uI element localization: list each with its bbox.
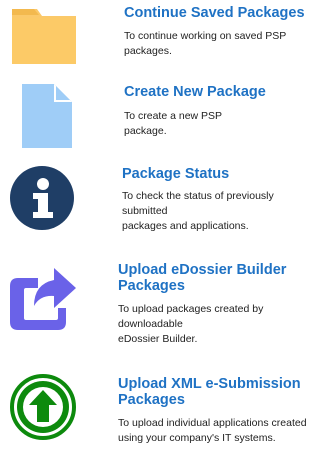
continue-saved-packages-description: To continue working on saved PSP package… [124, 30, 287, 57]
menu-item-upload-edossier-builder-packages[interactable]: Upload eDossier Builder Packages To uplo… [0, 258, 326, 358]
continue-saved-packages-link[interactable]: Continue Saved Packages [124, 5, 305, 21]
upload-xml-e-submission-packages-link[interactable]: Upload XML e-Submission Packages [118, 376, 301, 408]
menu-item-continue-saved-packages[interactable]: Continue Saved Packages To continue work… [0, 0, 326, 72]
create-new-package-description: To create a new PSP package. [124, 110, 223, 137]
folder-icon [12, 9, 76, 64]
package-status-description: To check the status of previously submit… [122, 190, 274, 232]
package-status-link[interactable]: Package Status [122, 166, 229, 182]
create-new-package-link[interactable]: Create New Package [124, 84, 266, 100]
upload-xml-e-submission-packages-description: To upload individual applications create… [118, 417, 307, 444]
upload-edossier-builder-packages-description: To upload packages created by downloadab… [118, 303, 264, 345]
share-icon [10, 268, 76, 330]
info-icon [10, 166, 74, 230]
menu-item-create-new-package[interactable]: Create New Package To create a new PSP p… [0, 78, 326, 150]
menu-item-upload-xml-e-submission-packages[interactable]: Upload XML e-Submission Packages To uplo… [0, 370, 326, 449]
document-icon [22, 84, 72, 148]
upload-arrow-icon [10, 374, 76, 440]
upload-edossier-builder-packages-link[interactable]: Upload eDossier Builder Packages [118, 262, 286, 294]
menu-item-package-status[interactable]: Package Status To check the status of pr… [0, 160, 326, 240]
